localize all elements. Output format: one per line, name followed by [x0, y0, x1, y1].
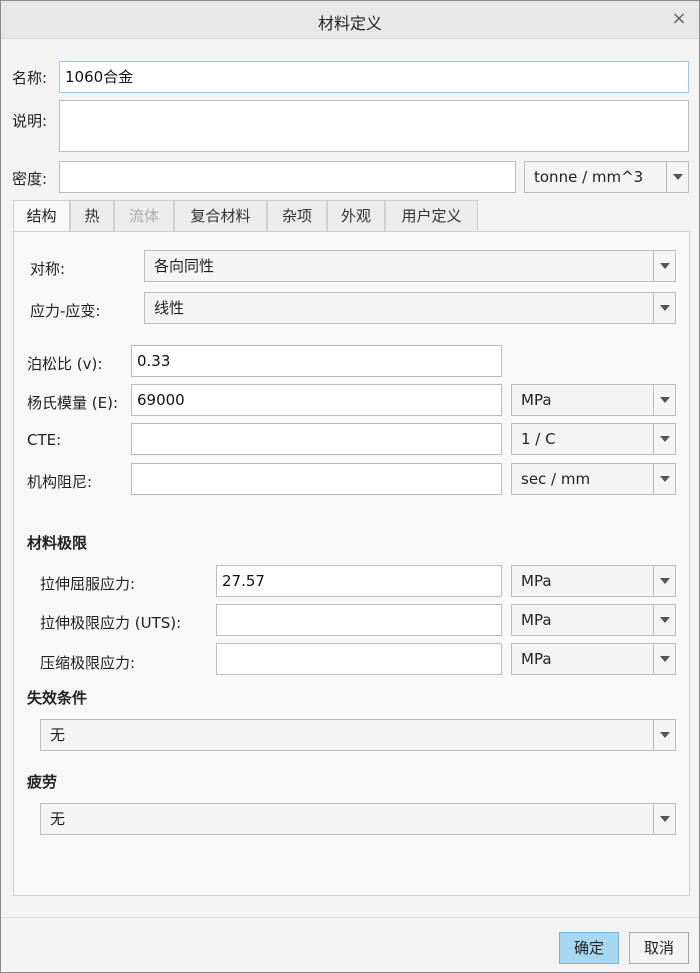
compressive-unit-select[interactable]: MPa: [511, 643, 676, 675]
fatigue-value: 无: [50, 810, 66, 828]
tensile-yield-label: 拉伸屈服应力:: [40, 575, 136, 593]
damping-unit-select[interactable]: sec / mm: [511, 463, 676, 495]
fatigue-select[interactable]: 无: [40, 803, 676, 835]
youngs-modulus-input[interactable]: 69000: [131, 384, 502, 416]
name-label: 名称:: [12, 69, 48, 87]
youngs-modulus-label: 杨氏模量 (E):: [27, 394, 119, 412]
uts-input[interactable]: [216, 604, 502, 636]
failure-criteria-value: 无: [50, 726, 66, 744]
title-bar: 材料定义 ×: [1, 1, 699, 39]
failure-criteria-title: 失效条件: [27, 689, 88, 707]
chevron-down-icon[interactable]: [653, 251, 675, 281]
chevron-down-icon[interactable]: [666, 162, 688, 192]
symmetry-label: 对称:: [30, 260, 66, 278]
compressive-label: 压缩极限应力:: [40, 654, 136, 672]
damping-input[interactable]: [131, 463, 502, 495]
uts-unit-select[interactable]: MPa: [511, 604, 676, 636]
tensile-yield-unit-value: MPa: [521, 572, 552, 590]
cte-unit-select[interactable]: 1 / C: [511, 423, 676, 455]
structural-panel: 对称: 各向同性 应力-应变: 线性 泊松比 (v): 0.33 杨氏模量 (E…: [13, 231, 690, 896]
damping-label: 机构阻尼:: [27, 473, 93, 491]
tensile-yield-input[interactable]: 27.57: [216, 565, 502, 597]
youngs-unit-select[interactable]: MPa: [511, 384, 676, 416]
chevron-down-icon[interactable]: [653, 605, 675, 635]
chevron-down-icon[interactable]: [653, 566, 675, 596]
chevron-down-icon[interactable]: [653, 424, 675, 454]
stress-strain-select[interactable]: 线性: [144, 292, 676, 324]
stress-strain-label: 应力-应变:: [30, 302, 101, 320]
ok-button[interactable]: 确定: [559, 932, 619, 964]
tab-appearance[interactable]: 外观: [327, 200, 385, 232]
description-textarea[interactable]: [59, 100, 689, 152]
tensile-yield-unit-select[interactable]: MPa: [511, 565, 676, 597]
cte-unit-value: 1 / C: [521, 430, 556, 448]
uts-unit-value: MPa: [521, 611, 552, 629]
chevron-down-icon[interactable]: [653, 464, 675, 494]
cte-input[interactable]: [131, 423, 502, 455]
uts-label: 拉伸极限应力 (UTS):: [40, 614, 182, 632]
stress-strain-value: 线性: [154, 299, 185, 317]
density-label: 密度:: [12, 170, 48, 188]
chevron-down-icon[interactable]: [653, 293, 675, 323]
tab-structural[interactable]: 结构: [13, 200, 70, 233]
tab-misc[interactable]: 杂项: [267, 200, 327, 232]
material-limits-title: 材料极限: [27, 534, 88, 552]
failure-criteria-select[interactable]: 无: [40, 719, 676, 751]
close-icon[interactable]: ×: [669, 9, 689, 29]
density-input[interactable]: [59, 161, 516, 193]
cte-label: CTE:: [27, 431, 62, 449]
symmetry-value: 各向同性: [154, 257, 215, 275]
density-unit-value: tonne / mm^3: [534, 168, 644, 186]
footer-divider: [1, 917, 699, 918]
description-label: 说明:: [12, 112, 48, 130]
poisson-label: 泊松比 (v):: [27, 355, 103, 373]
cancel-button[interactable]: 取消: [629, 932, 689, 964]
damping-unit-value: sec / mm: [521, 470, 591, 488]
poisson-input[interactable]: 0.33: [131, 345, 502, 377]
tab-fluid[interactable]: 流体: [114, 200, 174, 232]
compressive-unit-value: MPa: [521, 650, 552, 668]
chevron-down-icon[interactable]: [653, 720, 675, 750]
material-definition-dialog: 材料定义 × 名称: 1060合金 说明: 密度: tonne / mm^3 结…: [0, 0, 700, 973]
tab-user-defined[interactable]: 用户定义: [385, 200, 478, 232]
chevron-down-icon[interactable]: [653, 804, 675, 834]
youngs-unit-value: MPa: [521, 391, 552, 409]
compressive-input[interactable]: [216, 643, 502, 675]
fatigue-title: 疲劳: [27, 773, 58, 791]
window-title: 材料定义: [317, 14, 382, 33]
tab-composite[interactable]: 复合材料: [174, 200, 267, 232]
symmetry-select[interactable]: 各向同性: [144, 250, 676, 282]
name-input[interactable]: 1060合金: [59, 61, 689, 93]
tab-thermal[interactable]: 热: [70, 200, 114, 232]
chevron-down-icon[interactable]: [653, 644, 675, 674]
density-unit-select[interactable]: tonne / mm^3: [524, 161, 689, 193]
chevron-down-icon[interactable]: [653, 385, 675, 415]
